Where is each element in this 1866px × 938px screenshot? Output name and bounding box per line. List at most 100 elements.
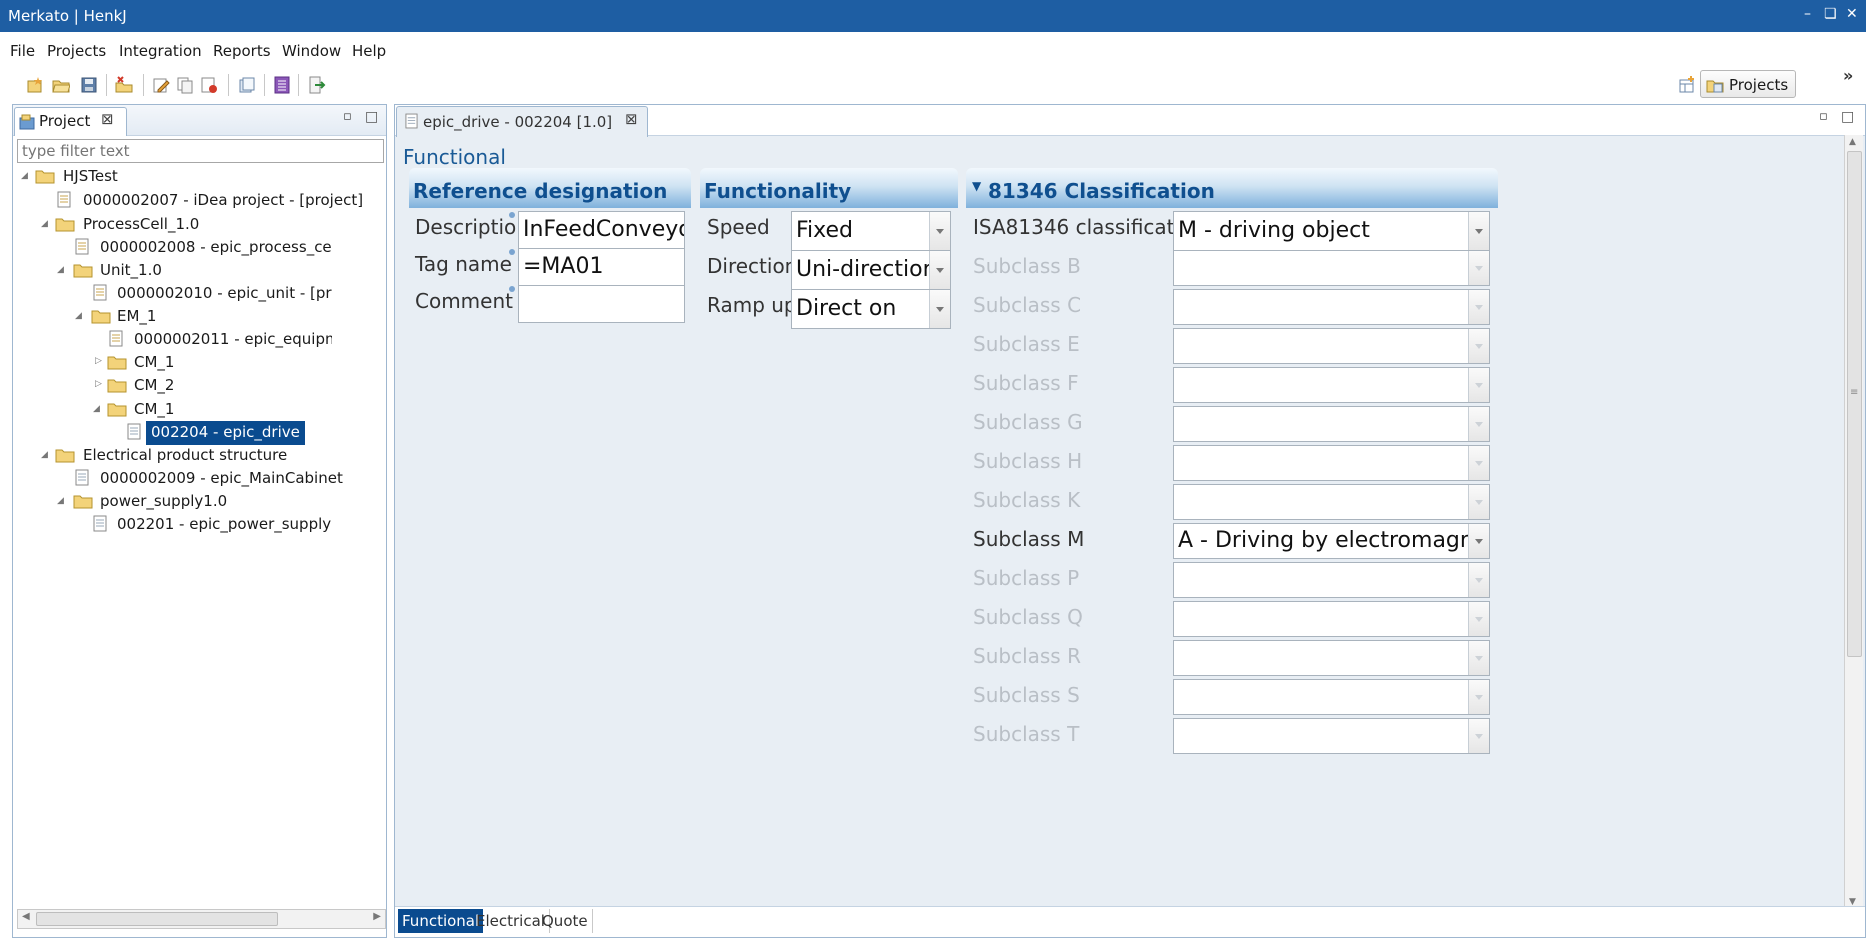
vertical-scrollbar[interactable]: ▲ ≡ ▼ bbox=[1844, 135, 1863, 909]
tree-item[interactable]: ProcessCell_1.0 bbox=[83, 213, 199, 237]
tree-item[interactable]: 0000002008 - epic_process_cell - [p bbox=[100, 236, 332, 260]
folder-icon bbox=[91, 310, 111, 324]
open-folder-icon[interactable] bbox=[52, 76, 70, 94]
minimize-icon[interactable]: – bbox=[1804, 6, 1811, 22]
chevron-right-icon[interactable]: » bbox=[1843, 66, 1853, 85]
rampup-select[interactable]: Direct on bbox=[791, 289, 951, 329]
dropdown-button bbox=[1468, 485, 1489, 519]
dropdown-button[interactable] bbox=[1468, 212, 1489, 250]
tree-item[interactable]: power_supply1.0 bbox=[100, 490, 227, 514]
description-field[interactable]: InFeedConveyor bbox=[518, 211, 685, 249]
isa-classification-select[interactable]: M - driving object bbox=[1173, 211, 1490, 251]
scroll-right-icon[interactable]: ▶ bbox=[373, 911, 381, 922]
tree-expanded-icon[interactable]: ◢ bbox=[93, 404, 100, 414]
filter-input[interactable] bbox=[17, 139, 384, 163]
dropdown-button[interactable] bbox=[929, 251, 950, 289]
maximize-view-icon[interactable]: □ bbox=[1841, 109, 1854, 125]
description-label: Description bbox=[415, 215, 529, 239]
edit-icon[interactable] bbox=[152, 76, 170, 94]
menu-window[interactable]: Window bbox=[282, 42, 341, 60]
close-tab-icon[interactable]: ⊠ bbox=[625, 110, 638, 128]
tree-item[interactable]: Unit_1.0 bbox=[100, 259, 162, 283]
tree-item[interactable]: Electrical product structure bbox=[83, 444, 287, 468]
delete-folder-icon[interactable] bbox=[115, 76, 133, 94]
open-perspective-icon[interactable] bbox=[1678, 76, 1696, 94]
pages-icon[interactable] bbox=[238, 76, 256, 94]
tree-item[interactable]: CM_1 bbox=[134, 351, 174, 375]
tree-expanded-icon[interactable]: ◢ bbox=[75, 311, 82, 321]
tagname-field[interactable]: =MA01 bbox=[518, 248, 685, 286]
scroll-thumb[interactable] bbox=[36, 912, 278, 926]
folder-icon bbox=[107, 379, 127, 393]
speed-select[interactable]: Fixed bbox=[791, 211, 951, 251]
tree-collapsed-icon[interactable]: ▷ bbox=[95, 379, 102, 389]
scroll-left-icon[interactable]: ◀ bbox=[22, 911, 30, 922]
tab-functional[interactable]: Functional bbox=[398, 909, 484, 933]
menu-help[interactable]: Help bbox=[352, 42, 386, 60]
tree-collapsed-icon[interactable]: ▷ bbox=[95, 356, 102, 366]
isa-classification-label: ISA81346 classification bbox=[973, 215, 1205, 239]
tree-item[interactable]: 0000002007 - iDea project - [project] bbox=[83, 189, 363, 213]
subclass-select bbox=[1173, 562, 1490, 598]
tree-item-selected[interactable]: 002204 - epic_drive bbox=[146, 421, 305, 445]
perspective-projects-button[interactable]: Projects bbox=[1700, 70, 1796, 98]
tree-item[interactable]: 0000002010 - epic_unit - [project bbox=[117, 282, 332, 306]
toolbar-separator bbox=[106, 74, 107, 96]
tree-item[interactable]: 002201 - epic_power_supply bbox=[117, 513, 331, 537]
scroll-thumb[interactable] bbox=[1847, 151, 1862, 657]
chevron-down-icon bbox=[1475, 266, 1483, 271]
classification-header[interactable]: ▼ 81346 Classification bbox=[966, 168, 1498, 208]
tree-item[interactable]: 0000002009 - epic_MainCabinet bbox=[100, 467, 343, 491]
chevron-down-icon bbox=[1475, 229, 1483, 234]
editor-tab-label: epic_drive - 002204 [1.0] bbox=[423, 113, 613, 131]
subclass-select[interactable]: A - Driving by electromagnetic forc bbox=[1173, 523, 1490, 559]
subclass-select bbox=[1173, 718, 1490, 754]
dropdown-button bbox=[1468, 602, 1489, 636]
rampup-value: Direct on bbox=[796, 296, 897, 321]
tab-epic-drive[interactable]: epic_drive - 002204 [1.0] ⊠ bbox=[396, 106, 648, 137]
maximize-view-icon[interactable]: □ bbox=[365, 109, 378, 125]
document-icon bbox=[75, 469, 89, 486]
minimize-view-icon[interactable]: ▫ bbox=[1819, 109, 1828, 124]
menu-reports[interactable]: Reports bbox=[213, 42, 271, 60]
tab-quote[interactable]: Quote bbox=[538, 909, 593, 933]
chevron-down-icon bbox=[936, 229, 944, 234]
menu-file[interactable]: File bbox=[10, 42, 35, 60]
save-icon[interactable] bbox=[80, 76, 98, 94]
dropdown-button[interactable] bbox=[929, 212, 950, 250]
tree-item[interactable]: CM_1 bbox=[134, 398, 174, 422]
export-icon[interactable] bbox=[308, 76, 326, 94]
direction-select[interactable]: Uni-directional bbox=[791, 250, 951, 290]
new-project-icon[interactable] bbox=[26, 76, 44, 94]
tab-project[interactable]: Project ⊠ bbox=[14, 107, 127, 136]
comment-field[interactable] bbox=[518, 285, 685, 323]
tree-expanded-icon[interactable]: ◢ bbox=[41, 219, 48, 229]
dropdown-button[interactable] bbox=[929, 290, 950, 328]
subclass-label: Subclass E bbox=[973, 332, 1080, 356]
list-icon[interactable] bbox=[273, 76, 291, 94]
dropdown-button[interactable] bbox=[1468, 524, 1489, 558]
tree-item[interactable]: EM_1 bbox=[117, 305, 156, 329]
dropdown-button bbox=[1468, 680, 1489, 714]
copy-icon[interactable] bbox=[176, 76, 194, 94]
subclass-label: Subclass S bbox=[973, 683, 1080, 707]
menu-projects[interactable]: Projects bbox=[47, 42, 106, 60]
horizontal-scrollbar[interactable]: ◀ ▶ bbox=[17, 909, 386, 929]
remove-document-icon[interactable] bbox=[200, 76, 218, 94]
restore-icon[interactable]: ❏ bbox=[1824, 6, 1837, 22]
subclass-select bbox=[1173, 679, 1490, 715]
menu-integration[interactable]: Integration bbox=[119, 42, 202, 60]
tree-item[interactable]: 0000002011 - epic_equipment_ bbox=[134, 328, 332, 352]
tree-expanded-icon[interactable]: ◢ bbox=[41, 450, 48, 460]
perspective-label: Projects bbox=[1729, 76, 1789, 94]
tree-item[interactable]: HJSTest bbox=[63, 165, 118, 189]
tree-expanded-icon[interactable]: ◢ bbox=[57, 265, 64, 275]
tree-expanded-icon[interactable]: ◢ bbox=[57, 496, 64, 506]
close-icon[interactable]: ✕ bbox=[1846, 6, 1858, 22]
scroll-up-icon[interactable]: ▲ bbox=[1849, 137, 1856, 147]
chevron-down-icon bbox=[1475, 305, 1483, 310]
tree-item[interactable]: CM_2 bbox=[134, 374, 174, 398]
close-tab-icon[interactable]: ⊠ bbox=[101, 110, 114, 128]
minimize-view-icon[interactable]: ▫ bbox=[343, 109, 352, 124]
tree-expanded-icon[interactable]: ◢ bbox=[21, 171, 28, 181]
